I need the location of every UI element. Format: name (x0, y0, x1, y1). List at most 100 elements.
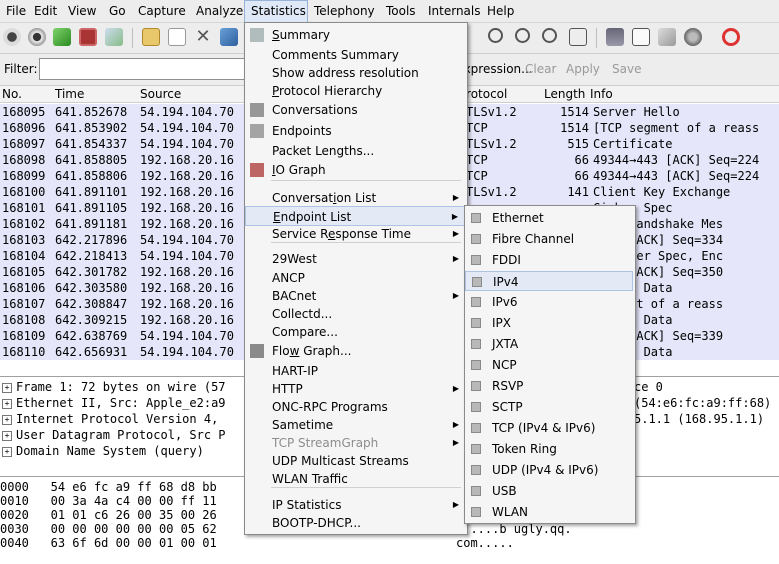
menu-item-collectd[interactable]: Collectd... (245, 304, 465, 324)
menu-telephony[interactable]: Telephony (308, 0, 381, 22)
menu-item-conversations[interactable]: Conversations (245, 100, 465, 120)
menu-statistics[interactable]: Statistics (244, 0, 308, 22)
menu-item-hart-ip[interactable]: HART-IP (245, 361, 465, 381)
submenu-item-tcp-ipv4-ipv6[interactable]: TCP (IPv4 & IPv6) (465, 418, 633, 438)
column-length[interactable]: Length (544, 87, 585, 101)
menu-item-compare[interactable]: Compare... (245, 322, 465, 342)
submenu-item-label: JXTA (492, 337, 519, 351)
packet-no: 168107 (2, 297, 46, 311)
resize-columns-icon[interactable] (569, 28, 587, 46)
submenu-item-ipv4[interactable]: IPv4 (465, 271, 633, 291)
menu-capture[interactable]: Capture (132, 0, 192, 22)
menu-internals[interactable]: Internals (422, 0, 487, 22)
submenu-item-ethernet[interactable]: Ethernet (465, 208, 633, 228)
menu-item-udp-multicast-streams[interactable]: UDP Multicast Streams (245, 451, 465, 471)
clear-button[interactable]: Clear (525, 62, 556, 76)
submenu-item-ncp[interactable]: NCP (465, 355, 633, 375)
submenu-item-ipv6[interactable]: IPv6 (465, 292, 633, 312)
submenu-item-label: SCTP (492, 400, 523, 414)
menu-item-label: Sametime (272, 418, 334, 432)
ascii-row: com..... (456, 536, 514, 550)
menu-item-endpoints[interactable]: Endpoints (245, 121, 465, 141)
menu-separator (271, 180, 461, 181)
menu-help[interactable]: Help (481, 0, 520, 22)
menu-item-bootp-dhcp[interactable]: BOOTP-DHCP... (245, 513, 465, 533)
submenu-item-jxta[interactable]: JXTA (465, 334, 633, 354)
menu-item-protocol-hierarchy[interactable]: Protocol Hierarchy (245, 81, 465, 101)
open-file-icon[interactable] (142, 28, 160, 46)
preferences-icon[interactable] (684, 28, 702, 46)
menu-item-flow-graph[interactable]: Flow Graph... (245, 341, 465, 361)
menu-item-label: HTTP (272, 382, 303, 396)
menu-item-29west[interactable]: 29West ▶ (245, 249, 465, 269)
endpoint-type-icon (471, 402, 481, 412)
chevron-right-icon: ▶ (452, 384, 459, 393)
column-info[interactable]: Info (590, 87, 613, 101)
endpoint-type-icon (471, 423, 481, 433)
menu-item-packet-lengths[interactable]: Packet Lengths... (245, 141, 465, 161)
packet-no: 168098 (2, 153, 46, 167)
save-filter-button[interactable]: Save (612, 62, 641, 76)
capture-filters-icon[interactable] (606, 28, 624, 46)
stop-capture-icon[interactable] (79, 28, 97, 46)
menu-edit[interactable]: Edit (28, 0, 63, 22)
menu-item-ip-statistics[interactable]: IP Statistics ▶ (245, 495, 465, 515)
help-icon[interactable] (722, 28, 740, 46)
menu-bar: File Edit View Go Capture Analyze Statis… (0, 0, 779, 23)
packet-time: 641.854337 (55, 137, 128, 151)
reload-icon[interactable] (220, 28, 238, 46)
interfaces-icon[interactable] (3, 28, 21, 46)
apply-button[interactable]: Apply (566, 62, 600, 76)
submenu-item-token-ring[interactable]: Token Ring (465, 439, 633, 459)
zoom-in-icon[interactable] (488, 28, 503, 43)
restart-capture-icon[interactable] (105, 28, 123, 46)
menu-analyze[interactable]: Analyze (190, 0, 249, 22)
menu-item-conversation-list[interactable]: Conversation List ▶ (245, 188, 465, 208)
start-capture-icon[interactable] (53, 28, 71, 46)
submenu-item-sctp[interactable]: SCTP (465, 397, 633, 417)
submenu-item-rsvp[interactable]: RSVP (465, 376, 633, 396)
menu-item-http[interactable]: HTTP ▶ (245, 379, 465, 399)
menu-item-sametime[interactable]: Sametime ▶ (245, 415, 465, 435)
submenu-item-ipx[interactable]: IPX (465, 313, 633, 333)
coloring-rules-icon[interactable] (658, 28, 676, 46)
zoom-out-icon[interactable] (515, 28, 530, 43)
menu-item-summary[interactable]: Summary (245, 25, 465, 45)
menu-item-onc-rpc-programs[interactable]: ONC-RPC Programs (245, 397, 465, 417)
submenu-item-wlan[interactable]: WLAN (465, 502, 633, 522)
menu-item-ancp[interactable]: ANCP (245, 268, 465, 288)
column-no[interactable]: No. (2, 87, 22, 101)
menu-item-io-graph[interactable]: IO Graph (245, 160, 465, 180)
packet-no: 168108 (2, 313, 46, 327)
menu-item-tcp-streamgraph[interactable]: TCP StreamGraph ▶ (245, 433, 465, 453)
column-source[interactable]: Source (140, 87, 181, 101)
submenu-item-fibre-channel[interactable]: Fibre Channel (465, 229, 633, 249)
packet-source: 192.168.20.16 (140, 281, 234, 295)
column-time[interactable]: Time (55, 87, 84, 101)
endpoint-type-icon (471, 381, 481, 391)
packet-no: 168109 (2, 329, 46, 343)
endpoint-type-icon (471, 255, 481, 265)
menu-item-comments-summary[interactable]: Comments Summary (245, 45, 465, 65)
submenu-item-fddi[interactable]: FDDI (465, 250, 633, 270)
menu-item-show-address-resolution[interactable]: Show address resolution (245, 63, 465, 83)
packet-info: Client Key Exchange (593, 185, 731, 199)
menu-item-wlan-traffic[interactable]: WLAN Traffic (245, 469, 465, 489)
normal-size-icon[interactable] (542, 28, 557, 43)
menu-item-service-response-time[interactable]: Service Response Time ▶ (245, 224, 465, 244)
display-filters-icon[interactable] (632, 28, 650, 46)
packet-time: 641.852678 (55, 105, 128, 119)
submenu-item-label: FDDI (492, 253, 521, 267)
packet-source: 192.168.20.16 (140, 201, 234, 215)
submenu-item-udp-ipv4-ipv6[interactable]: UDP (IPv4 & IPv6) (465, 460, 633, 480)
menu-go[interactable]: Go (103, 0, 132, 22)
options-icon[interactable] (28, 28, 46, 46)
packet-time: 642.217896 (55, 233, 128, 247)
menu-item-endpoint-list[interactable]: Endpoint List ▶ (245, 206, 465, 226)
menu-view[interactable]: View (62, 0, 102, 22)
menu-item-bacnet[interactable]: BACnet ▶ (245, 286, 465, 306)
menu-tools[interactable]: Tools (380, 0, 422, 22)
close-file-icon[interactable]: ✕ (194, 28, 212, 46)
submenu-item-usb[interactable]: USB (465, 481, 633, 501)
save-file-icon[interactable] (168, 28, 186, 46)
